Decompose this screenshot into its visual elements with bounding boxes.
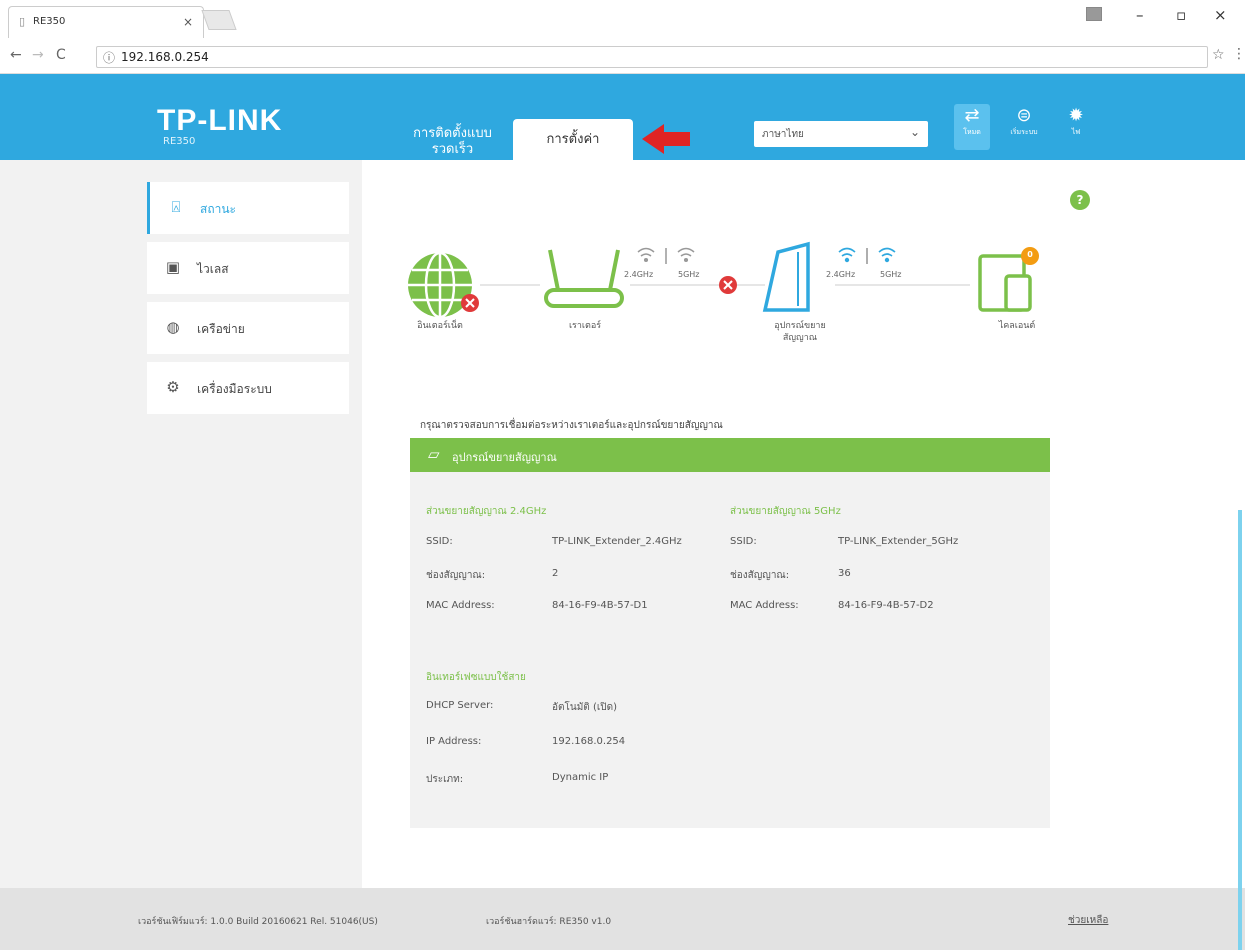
extender-icon [762,241,810,312]
footer: เวอร์ชันเฟิร์มแวร์: 1.0.0 Build 20160621… [0,888,1245,950]
mac-5-label: MAC Address: [730,600,799,611]
ssid-24-value: TP-LINK_Extender_2.4GHz [552,536,682,547]
tab-quick-setup[interactable]: การติดตั้งแบบรวดเร็ว [400,126,505,158]
panel-title: อุปกรณ์ขยายสัญญาณ [452,451,557,464]
section-5ghz: ส่วนขยายสัญญาณ 5GHz [730,506,841,517]
menu-icon[interactable]: ⋮ [1232,46,1245,62]
client-count: 0 [1027,250,1033,259]
dhcp-value: อัตโนมัติ (เปิด) [552,702,618,713]
status-icon: ⍓ [171,198,181,216]
ip-label: IP Address: [426,736,482,747]
internet-error-icon [461,294,479,312]
address-bar-row: ← → C ⓘ 192.168.0.254 ☆ ⋮ [0,38,1245,74]
minimize-button[interactable]: – [1136,6,1144,24]
help-icon[interactable]: ? [1070,190,1090,210]
close-window-button[interactable]: × [1214,6,1227,24]
band-5-label: 5GHz [678,270,700,279]
firmware-version: เวอร์ชันเฟิร์มแวร์: 1.0.0 Build 20160621… [138,917,378,927]
channel-5-value: 36 [838,568,851,579]
sidebar-item-wireless[interactable]: ▣ ไวเลส [147,242,349,294]
browser-tab[interactable]: ▯ RE350 × [8,6,204,38]
document-icon: ▯ [19,15,26,28]
user-profile-icon[interactable] [1086,7,1102,21]
model-name: RE350 [163,136,196,147]
type-value: Dynamic IP [552,772,609,783]
reboot-icon: ⊜ [1016,105,1032,126]
extender-panel: ▱ อุปกรณ์ขยายสัญญาณ ส่วนขยายสัญญาณ 2.4GH… [410,438,1050,828]
mode-label: โหมด [963,128,981,136]
mode-icon: ⇄ [964,105,980,126]
language-value: ภาษาไทย [762,129,804,140]
type-label: ประเภท: [426,774,464,785]
router-icon [544,249,624,308]
router-label: เราเตอร์ [568,321,602,331]
brand-logo: TP-LINK [157,104,283,137]
hardware-version: เวอร์ชันฮาร์ดแวร์: RE350 v1.0 [486,917,612,927]
sidebar-item-label: เครือข่าย [197,322,245,336]
led-button[interactable]: ✹ ไฟ [1058,104,1094,150]
ssid-24-label: SSID: [426,536,453,547]
tab-settings[interactable]: การตั้งค่า [513,119,633,160]
mac-24-label: MAC Address: [426,600,495,611]
info-icon[interactable]: ⓘ [103,49,115,66]
system-tools-icon: ⚙ [166,378,180,396]
led-icon: ✹ [1068,105,1084,126]
bookmark-star-icon[interactable]: ☆ [1212,47,1225,63]
internet-label: อินเตอร์เน็ต [417,321,463,331]
support-link[interactable]: ช่วยเหลือ [1068,913,1108,928]
channel-5-label: ช่องสัญญาณ: [730,570,790,581]
sidebar-item-status[interactable]: ⍓ สถานะ [147,182,349,234]
channel-24-label: ช่องสัญญาณ: [426,570,486,581]
new-tab-button[interactable] [201,10,237,30]
ip-value: 192.168.0.254 [552,736,626,747]
mac-5-value: 84-16-F9-4B-57-D2 [838,600,934,611]
connection-error-icon [719,276,737,294]
reboot-label: เริ่มระบบ [1010,128,1038,136]
led-label: ไฟ [1071,128,1081,136]
forward-icon[interactable]: → [32,47,44,63]
browser-tab-bar: ▯ RE350 × – ▫ × [0,0,1245,38]
reload-icon[interactable]: C [56,47,66,63]
section-lan: อินเทอร์เฟซแบบใช้สาย [426,672,526,683]
reboot-button[interactable]: ⊜ เริ่มระบบ [1006,104,1042,150]
tab-title: RE350 [33,16,66,27]
back-icon[interactable]: ← [10,47,22,63]
wireless-icon: ▣ [165,258,181,276]
url-input[interactable]: ⓘ 192.168.0.254 [96,46,1208,68]
url-text: 192.168.0.254 [121,50,209,64]
section-24ghz: ส่วนขยายสัญญาณ 2.4GHz [426,506,547,517]
maximize-button[interactable]: ▫ [1176,6,1186,24]
sidebar-item-system-tools[interactable]: ⚙ เครื่องมือระบบ [147,362,349,414]
language-select[interactable]: ภาษาไทย ⌄ [754,121,928,147]
dhcp-label: DHCP Server: [426,700,494,711]
extender-small-icon: ▱ [428,445,440,463]
mode-button[interactable]: ⇄ โหมด [954,104,990,150]
connection-description: กรุณาตรวจสอบการเชื่อมต่อระหว่างเราเตอร์แ… [420,420,723,431]
ssid-5-label: SSID: [730,536,757,547]
red-arrow-annotation [642,124,690,154]
sidebar-item-label: สถานะ [200,202,236,216]
sidebar-item-label: เครื่องมือระบบ [197,382,272,396]
extender-band-5-label: 5GHz [880,270,902,279]
extender-wifi-icon [838,247,896,264]
mac-24-value: 84-16-F9-4B-57-D1 [552,600,648,611]
panel-header: ▱ อุปกรณ์ขยายสัญญาณ [410,438,1050,472]
channel-24-value: 2 [552,568,559,579]
tab-close-icon[interactable]: × [183,15,193,29]
chevron-down-icon: ⌄ [909,125,920,139]
sidebar-item-label: ไวเลส [197,262,229,276]
extender-band-24-label: 2.4GHz [826,270,856,279]
network-icon: ◍ [166,318,180,336]
wifi-icon [637,247,695,264]
sidebar-item-network[interactable]: ◍ เครือข่าย [147,302,349,354]
band-24-label: 2.4GHz [624,270,654,279]
clients-label: ไคลเอนต์ [998,321,1036,331]
extender-label: อุปกรณ์ขยายสัญญาณ [774,321,826,343]
clients-icon [978,254,1032,312]
ssid-5-value: TP-LINK_Extender_5GHz [838,536,959,547]
scrollbar[interactable] [1238,510,1242,950]
